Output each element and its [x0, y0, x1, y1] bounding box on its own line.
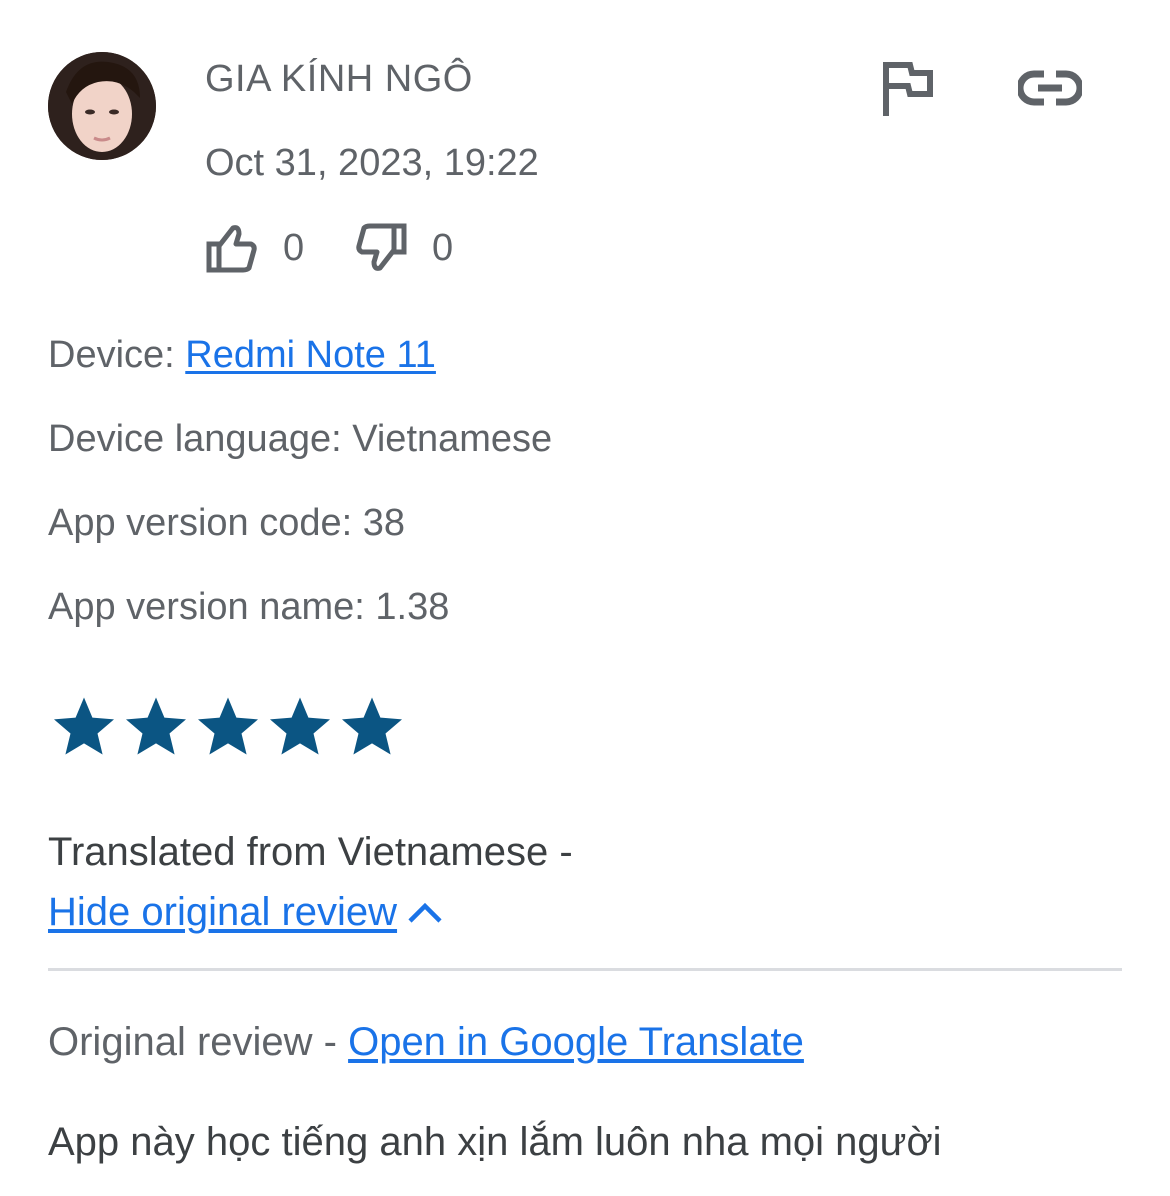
helpful-vote[interactable]: 0: [205, 222, 304, 274]
star-icon: [126, 697, 186, 755]
hide-original-toggle[interactable]: Hide original review: [48, 890, 443, 935]
star-icon: [342, 697, 402, 755]
original-review-row: Original review - Open in Google Transla…: [48, 1020, 804, 1065]
app-version-name: App version name: 1.38: [48, 586, 450, 628]
star-icon: [270, 697, 330, 755]
app-version-code: App version code: 38: [48, 502, 406, 544]
star-icon: [198, 697, 258, 755]
review-date: Oct 31, 2023, 19:22: [205, 142, 539, 184]
avatar: [48, 52, 156, 160]
device-label: Device:: [48, 334, 186, 376]
translation-note: Translated from Vietnamese -: [48, 830, 573, 874]
reviewer-name: GIA KÍNH NGÔ: [205, 58, 473, 100]
star-icon: [54, 697, 114, 755]
original-review-label: Original review -: [48, 1020, 349, 1064]
unhelpful-vote[interactable]: 0: [354, 222, 453, 274]
chevron-up-icon[interactable]: [407, 890, 443, 935]
link-icon[interactable]: [1016, 66, 1084, 115]
thumbs-up-icon[interactable]: [205, 222, 259, 274]
divider: [48, 968, 1122, 971]
device-language: Device language: Vietnamese: [48, 418, 553, 460]
helpful-count: 0: [283, 226, 305, 269]
device-row: Device: Redmi Note 11: [48, 334, 436, 377]
flag-icon[interactable]: [880, 58, 936, 125]
original-review-text: App này học tiếng anh xịn lắm luôn nha m…: [48, 1120, 942, 1164]
thumbs-down-icon[interactable]: [354, 222, 408, 274]
google-translate-link[interactable]: Open in Google Translate: [348, 1020, 804, 1064]
hide-original-link[interactable]: Hide original review: [48, 890, 397, 935]
device-link[interactable]: Redmi Note 11: [185, 334, 436, 376]
star-rating: [48, 690, 408, 762]
unhelpful-count: 0: [432, 226, 454, 269]
